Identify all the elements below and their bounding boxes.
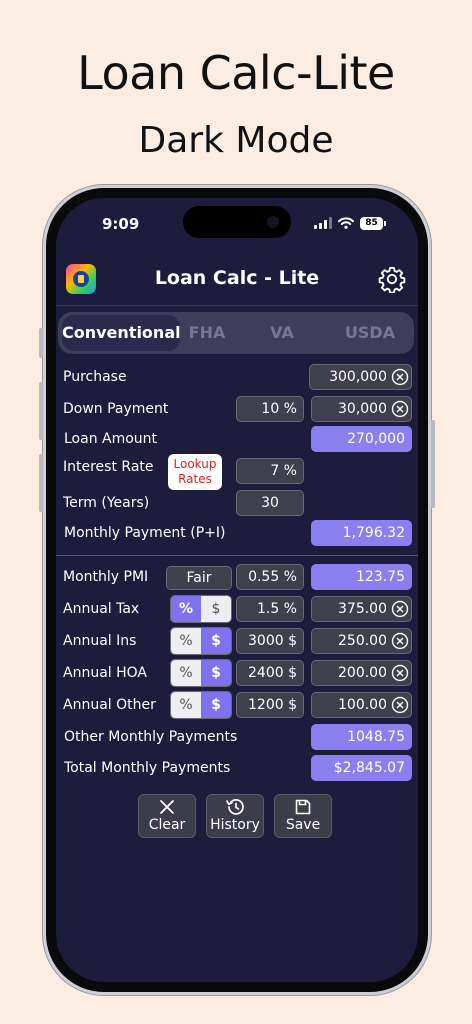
annual-tax-unit-toggle[interactable]: % $ xyxy=(170,595,232,623)
pmi-value: 123.75 xyxy=(311,564,412,590)
annual-ins-label: Annual Ins xyxy=(63,633,137,649)
dollar-option[interactable]: $ xyxy=(201,660,231,686)
navigation-bar: Loan Calc - Lite xyxy=(56,254,418,306)
volume-up-button xyxy=(39,382,43,440)
annual-other-value: 100.00 xyxy=(338,697,387,713)
save-button-label: Save xyxy=(285,817,321,833)
close-icon xyxy=(160,800,174,814)
down-payment-input[interactable]: 30,000 xyxy=(311,396,412,422)
annual-hoa-input[interactable]: 2400 $ xyxy=(236,660,304,686)
promo-subtitle: Dark Mode xyxy=(138,120,334,161)
purchase-label: Purchase xyxy=(63,369,127,385)
action-button xyxy=(39,328,43,358)
annual-tax-input[interactable]: 1.5 % xyxy=(236,596,304,622)
annual-ins-input[interactable]: 3000 $ xyxy=(236,628,304,654)
other-monthly-value: 1048.75 xyxy=(311,724,412,750)
status-time: 9:09 xyxy=(102,215,140,233)
annual-tax-monthly[interactable]: 375.00 xyxy=(311,596,412,622)
pmi-rate-input[interactable]: 0.55 % xyxy=(236,564,304,590)
tab-usda[interactable]: USDA xyxy=(338,312,402,354)
section-divider xyxy=(56,555,418,556)
percent-option[interactable]: % xyxy=(171,596,201,622)
clear-icon[interactable] xyxy=(391,632,409,650)
annual-hoa-unit-toggle[interactable]: % $ xyxy=(170,659,232,687)
term-label: Term (Years) xyxy=(63,495,150,511)
total-monthly-value: $2,845.07 xyxy=(311,755,412,781)
annual-hoa-label: Annual HOA xyxy=(63,665,147,681)
history-button[interactable]: History xyxy=(206,794,264,838)
power-button xyxy=(431,420,435,508)
clear-button-label: Clear xyxy=(148,817,186,833)
app-screen: 9:09 85 Loan Calc - Lite Conventional FH… xyxy=(56,198,418,982)
dollar-option[interactable]: $ xyxy=(201,628,231,654)
percent-option[interactable]: % xyxy=(171,692,201,718)
gear-icon[interactable] xyxy=(378,265,406,293)
interest-rate-label: Interest Rate xyxy=(63,459,154,475)
term-input[interactable]: 30 xyxy=(236,490,304,516)
down-payment-percent-input[interactable]: 10 % xyxy=(236,396,304,422)
clear-icon[interactable] xyxy=(391,400,409,418)
clear-icon[interactable] xyxy=(391,664,409,682)
wifi-icon xyxy=(338,217,354,229)
promo-title: Loan Calc-Lite xyxy=(77,46,395,100)
percent-option[interactable]: % xyxy=(171,660,201,686)
annual-other-unit-toggle[interactable]: % $ xyxy=(170,691,232,719)
total-monthly-label: Total Monthly Payments xyxy=(64,760,231,776)
loan-amount-label: Loan Amount xyxy=(64,431,158,447)
other-monthly-label: Other Monthly Payments xyxy=(64,729,238,745)
loan-amount-value: 270,000 xyxy=(311,426,412,452)
annual-ins-unit-toggle[interactable]: % $ xyxy=(170,627,232,655)
dollar-option[interactable]: $ xyxy=(201,596,231,622)
down-payment-label: Down Payment xyxy=(63,401,169,417)
purchase-value: 300,000 xyxy=(329,369,387,385)
annual-tax-value: 375.00 xyxy=(338,601,387,617)
clear-icon[interactable] xyxy=(391,368,409,386)
save-icon xyxy=(295,799,311,815)
save-button[interactable]: Save xyxy=(274,794,332,838)
tab-conventional[interactable]: Conventional xyxy=(62,315,181,351)
annual-ins-monthly[interactable]: 250.00 xyxy=(311,628,412,654)
history-icon xyxy=(226,799,244,815)
tab-va[interactable]: VA xyxy=(254,312,310,354)
annual-ins-value: 250.00 xyxy=(338,633,387,649)
volume-down-button xyxy=(39,454,43,512)
dollar-option[interactable]: $ xyxy=(201,692,231,718)
interest-rate-input[interactable]: 7 % xyxy=(236,458,304,484)
purchase-input[interactable]: 300,000 xyxy=(309,364,412,390)
cellular-signal-icon xyxy=(314,217,332,229)
monthly-payment-label: Monthly Payment (P+I) xyxy=(64,525,226,541)
tab-fha[interactable]: FHA xyxy=(180,312,234,354)
annual-tax-label: Annual Tax xyxy=(63,601,140,617)
annual-hoa-monthly[interactable]: 200.00 xyxy=(311,660,412,686)
annual-other-monthly[interactable]: 100.00 xyxy=(311,692,412,718)
battery-icon: 85 xyxy=(360,216,386,230)
pmi-label: Monthly PMI xyxy=(63,569,149,585)
nav-title: Loan Calc - Lite xyxy=(154,267,320,289)
clear-button[interactable]: Clear xyxy=(138,794,196,838)
percent-option[interactable]: % xyxy=(171,628,201,654)
annual-hoa-value: 200.00 xyxy=(338,665,387,681)
loan-type-tabs: Conventional FHA VA USDA xyxy=(58,312,414,354)
down-payment-value: 30,000 xyxy=(338,401,387,417)
dynamic-island xyxy=(183,206,291,238)
lookup-rates-button[interactable]: Lookup Rates xyxy=(168,454,222,490)
status-icons: 85 xyxy=(314,216,386,230)
annual-other-input[interactable]: 1200 $ xyxy=(236,692,304,718)
monthly-payment-value: 1,796.32 xyxy=(311,520,412,546)
pmi-credit-button[interactable]: Fair xyxy=(166,566,232,590)
battery-level: 85 xyxy=(360,216,383,230)
clear-icon[interactable] xyxy=(391,696,409,714)
clear-icon[interactable] xyxy=(391,600,409,618)
camera-icon xyxy=(267,216,279,228)
annual-other-label: Annual Other xyxy=(63,697,156,713)
history-button-label: History xyxy=(210,817,260,833)
